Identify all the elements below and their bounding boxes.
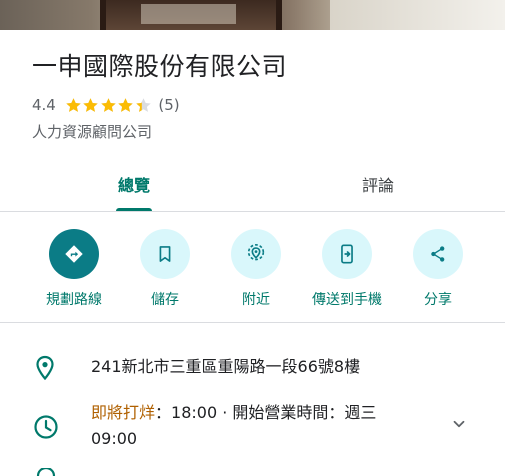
- star-icon: [66, 97, 81, 112]
- tab-bar: 總覽 評論: [0, 160, 505, 212]
- photo-wall: [330, 0, 505, 30]
- action-bar: 規劃路線 儲存 附近 傳送到手機 分享: [0, 211, 505, 323]
- rating-score: 4.4: [32, 96, 56, 114]
- bookmark-icon: [159, 246, 171, 262]
- directions-label: 規劃路線: [46, 292, 102, 308]
- nearby-label: 附近: [242, 292, 270, 308]
- chevron-down-icon[interactable]: [450, 415, 468, 433]
- directions-icon: [65, 245, 83, 263]
- hours-detail: ：18:00 · 開始營業時間：週三: [155, 403, 377, 422]
- share-icon: [431, 246, 445, 262]
- send-to-phone-label: 傳送到手機: [312, 292, 382, 308]
- share-label: 分享: [424, 292, 452, 308]
- address-row[interactable]: 241新北市三重區重陽路一段66號8樓: [0, 354, 505, 384]
- star-icon: [118, 97, 134, 112]
- tab-reviews[interactable]: 評論: [310, 160, 446, 211]
- save-label: 儲存: [151, 292, 179, 308]
- nearby-icon: [247, 244, 265, 261]
- rating-stars: [65, 97, 153, 114]
- review-count[interactable]: (5): [158, 96, 179, 114]
- hours-status: 即將打烊: [91, 403, 156, 422]
- send-to-phone-icon: [341, 244, 353, 264]
- tab-overview[interactable]: 總覽: [66, 160, 202, 211]
- clock-icon: [34, 415, 58, 439]
- share-button[interactable]: 分享: [383, 229, 493, 309]
- address-text: 241新北市三重區重陽路一段66號8樓: [91, 357, 361, 376]
- hours-row[interactable]: 即將打烊：18:00 · 開始營業時間：週三 09:00: [0, 400, 505, 456]
- hours-text: 即將打烊：18:00 · 開始營業時間：週三 09:00: [91, 400, 376, 452]
- star-icon: [136, 97, 151, 112]
- place-photo[interactable]: [0, 0, 505, 30]
- star-icon: [101, 97, 116, 112]
- hours-detail-line2: 09:00: [91, 429, 138, 448]
- place-category[interactable]: 人力資源顧問公司: [32, 121, 152, 142]
- place-title: 一申國際股份有限公司: [32, 52, 288, 81]
- location-pin-icon: [36, 355, 54, 381]
- tab-overview-label: 總覽: [117, 176, 150, 195]
- rating-row[interactable]: 4.4 (5): [32, 96, 180, 114]
- tab-reviews-label: 評論: [361, 176, 394, 195]
- photo-picture-frame: [100, 0, 282, 30]
- star-icon: [83, 97, 99, 112]
